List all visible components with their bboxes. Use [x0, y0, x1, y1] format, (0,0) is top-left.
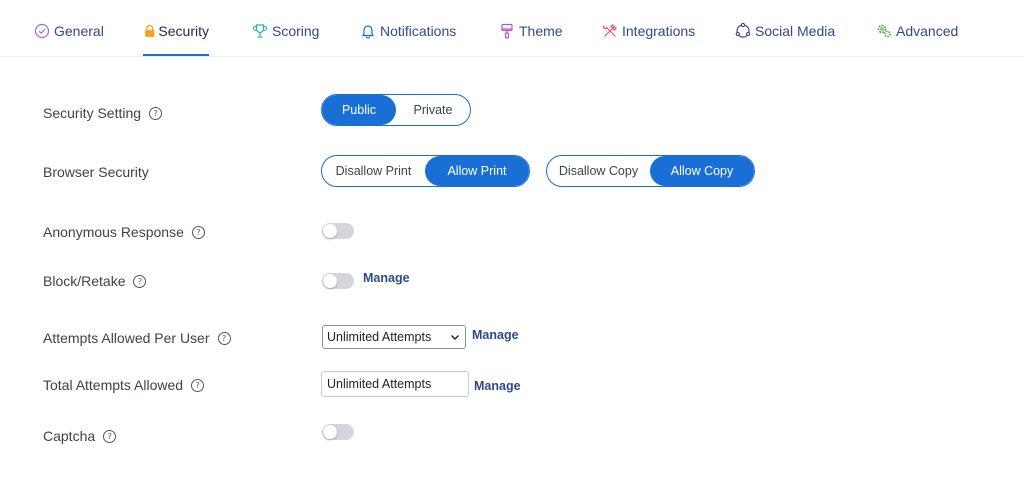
anonymous-response-switch[interactable] — [322, 223, 354, 239]
tab-integrations-label: Integrations — [622, 23, 696, 39]
tab-advanced[interactable]: Advanced — [876, 18, 958, 56]
tab-theme-label: Theme — [519, 23, 563, 39]
block-retake-manage-link[interactable]: Manage — [363, 271, 410, 285]
total-attempts-input[interactable]: Unlimited Attempts — [321, 371, 469, 397]
paint-brush-icon — [501, 23, 513, 39]
security-setting-label: Security Setting — [43, 105, 142, 121]
switch-knob — [323, 425, 337, 439]
share-network-icon — [735, 23, 751, 38]
tab-notifications-label: Notifications — [380, 23, 457, 39]
private-option[interactable]: Private — [396, 95, 470, 125]
switch-knob — [323, 224, 337, 238]
copy-permission-toggle: Disallow Copy Allow Copy — [546, 155, 755, 187]
help-icon[interactable]: ? — [103, 429, 117, 443]
help-icon[interactable]: ? — [149, 106, 163, 120]
disallow-print-option[interactable]: Disallow Print — [322, 156, 425, 186]
bell-icon — [361, 25, 375, 39]
tab-advanced-label: Advanced — [896, 23, 959, 39]
block-retake-switch[interactable] — [322, 273, 354, 289]
tab-theme[interactable]: Theme — [499, 18, 563, 56]
anonymous-response-label: Anonymous Response — [43, 224, 184, 240]
chevron-down-icon — [451, 335, 459, 340]
help-icon[interactable]: ? — [133, 274, 147, 288]
total-attempts-manage-link[interactable]: Manage — [474, 379, 521, 393]
anonymous-response-row-label: Anonymous Response ? — [43, 224, 205, 240]
total-attempts-value: Unlimited Attempts — [327, 377, 432, 391]
help-icon[interactable]: ? — [217, 331, 231, 345]
browser-security-row-label: Browser Security — [43, 164, 149, 180]
tab-scoring[interactable]: Scoring — [252, 18, 319, 56]
allow-copy-option[interactable]: Allow Copy — [650, 156, 754, 186]
tab-scoring-label: Scoring — [272, 23, 320, 39]
security-setting-row-label: Security Setting ? — [43, 105, 163, 121]
attempts-per-user-manage-link[interactable]: Manage — [472, 328, 519, 342]
attempts-per-user-label: Attempts Allowed Per User — [43, 330, 210, 346]
captcha-switch[interactable] — [322, 424, 354, 440]
total-attempts-row-label: Total Attempts Allowed ? — [43, 377, 205, 393]
allow-print-option[interactable]: Allow Print — [425, 156, 529, 186]
gears-icon — [877, 24, 891, 38]
tab-integrations[interactable]: Integrations — [602, 18, 695, 56]
lock-icon — [145, 24, 155, 37]
print-permission-toggle: Disallow Print Allow Print — [321, 155, 530, 187]
block-retake-label: Block/Retake — [43, 273, 126, 289]
captcha-row-label: Captcha ? — [43, 428, 117, 444]
total-attempts-label: Total Attempts Allowed — [43, 377, 184, 393]
public-option[interactable]: Public — [322, 95, 396, 125]
tab-notifications[interactable]: Notifications — [360, 18, 456, 56]
block-retake-row-label: Block/Retake ? — [43, 273, 147, 289]
trophy-icon — [252, 24, 268, 38]
tab-security[interactable]: Security — [143, 18, 209, 56]
settings-tab-bar: General Security Scoring Notifications T… — [0, 0, 1024, 57]
attempts-per-user-select[interactable]: Unlimited Attempts — [322, 325, 466, 349]
captcha-label: Captcha — [43, 428, 96, 444]
check-circle-icon — [34, 23, 50, 39]
tab-general-label: General — [54, 23, 104, 39]
browser-security-label: Browser Security — [43, 164, 149, 180]
help-icon[interactable]: ? — [191, 225, 205, 239]
tab-security-label: Security — [158, 23, 209, 39]
switch-knob — [323, 274, 337, 288]
attempts-per-user-row-label: Attempts Allowed Per User ? — [43, 330, 231, 346]
help-icon[interactable]: ? — [191, 378, 205, 392]
tab-social-media-label: Social Media — [755, 23, 836, 39]
tab-general[interactable]: General — [34, 18, 104, 56]
tab-social-media[interactable]: Social Media — [735, 18, 835, 56]
security-setting-toggle: Public Private — [321, 94, 471, 126]
disallow-copy-option[interactable]: Disallow Copy — [547, 156, 650, 186]
tools-icon — [603, 24, 617, 37]
attempts-per-user-value: Unlimited Attempts — [327, 330, 432, 344]
